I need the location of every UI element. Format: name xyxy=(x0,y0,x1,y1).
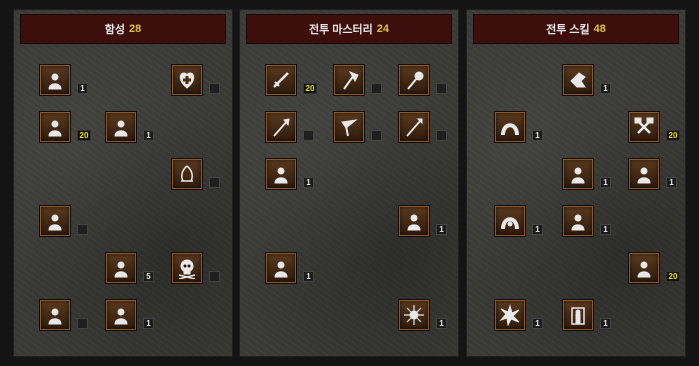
increased-speed-icon xyxy=(274,167,288,184)
frenzy-icon xyxy=(637,261,651,278)
skill-rank-badge: 1 xyxy=(666,177,677,188)
polearm-icon xyxy=(273,118,290,137)
battle-cry-icon xyxy=(114,120,128,137)
skill-rank-badge: 1 xyxy=(77,83,88,94)
skill-rank-badge: 1 xyxy=(436,318,447,329)
skill-rank-badge: 1 xyxy=(532,318,543,329)
iron-skin-icon xyxy=(274,261,288,278)
shout-icon xyxy=(48,73,62,90)
skill-mastery-3[interactable] xyxy=(399,65,429,95)
skill-mastery-10[interactable] xyxy=(399,300,429,330)
skill-warcry-6[interactable] xyxy=(40,206,70,236)
panel-title: 함성 xyxy=(104,24,125,36)
skill-rank-badge: 5 xyxy=(143,271,154,282)
battle-orders-icon xyxy=(114,261,128,278)
skill-combat-6[interactable] xyxy=(495,206,525,236)
taunt-icon xyxy=(181,165,193,182)
skill-rank-badge: 20 xyxy=(666,130,680,141)
heal-cross-icon xyxy=(179,72,195,89)
burst-icon xyxy=(404,305,424,325)
flag-shout-icon xyxy=(48,120,62,137)
panel-title: 전투 스킬 xyxy=(546,24,590,36)
skill-mastery-9[interactable] xyxy=(399,206,429,236)
skill-rank-badge: 1 xyxy=(143,130,154,141)
skill-rank-badge xyxy=(371,83,382,94)
panel-header: 함성 28 xyxy=(20,14,226,44)
sword-icon xyxy=(273,72,289,88)
skill-warcry-10[interactable] xyxy=(106,300,136,330)
berserk-icon xyxy=(571,307,585,325)
leap-attack-icon xyxy=(501,217,519,230)
skill-rank-badge: 1 xyxy=(436,224,447,235)
skill-combat-3[interactable] xyxy=(629,112,659,142)
skill-rank-badge: 1 xyxy=(532,130,543,141)
skill-rank-badge xyxy=(436,83,447,94)
leap-icon xyxy=(501,123,519,136)
panel-points: 48 xyxy=(593,23,606,35)
panel-header: 전투 마스터리 24 xyxy=(246,14,452,44)
skill-warcry-4[interactable] xyxy=(172,65,202,95)
skill-warcry-2[interactable] xyxy=(40,112,70,142)
skill-rank-badge: 1 xyxy=(600,318,611,329)
skill-rank-badge: 1 xyxy=(600,83,611,94)
skill-combat-10[interactable] xyxy=(563,300,593,330)
skill-mastery-7[interactable] xyxy=(266,159,296,189)
skill-rank-badge xyxy=(436,130,447,141)
battle-command-icon xyxy=(114,308,128,325)
skill-combat-5[interactable] xyxy=(629,159,659,189)
skill-rank-badge xyxy=(209,177,220,188)
skill-rank-badge xyxy=(209,83,220,94)
skill-rank-badge: 1 xyxy=(532,224,543,235)
panel-points: 24 xyxy=(376,23,390,35)
skill-mastery-1[interactable] xyxy=(266,65,296,95)
axe-icon xyxy=(343,71,359,90)
skill-rank-badge xyxy=(77,318,88,329)
war-cry-icon xyxy=(48,308,62,325)
skill-warcry-5[interactable] xyxy=(172,159,202,189)
skill-warcry-7[interactable] xyxy=(106,253,136,283)
bash-icon xyxy=(570,72,586,88)
panel-title: 전투 마스터리 xyxy=(308,24,373,36)
double-throw-icon xyxy=(637,167,651,184)
skill-combat-7[interactable] xyxy=(563,206,593,236)
skill-mastery-4[interactable] xyxy=(266,112,296,142)
skill-combat-1[interactable] xyxy=(563,65,593,95)
skill-rank-badge xyxy=(77,224,88,235)
skill-rank-badge: 20 xyxy=(666,271,680,282)
skill-rank-badge xyxy=(371,130,382,141)
skill-warcry-3[interactable] xyxy=(106,112,136,142)
skill-warcry-1[interactable] xyxy=(40,65,70,95)
panel-header: 전투 스킬 48 xyxy=(473,14,679,44)
mace-icon xyxy=(407,71,424,90)
skill-rank-badge: 1 xyxy=(143,318,154,329)
skill-combat-8[interactable] xyxy=(629,253,659,283)
panel-points: 28 xyxy=(129,23,142,35)
skill-mastery-2[interactable] xyxy=(334,65,364,95)
stun-icon xyxy=(571,167,585,184)
skull-icon xyxy=(178,259,196,279)
skill-rank-badge: 1 xyxy=(303,177,314,188)
skill-warcry-9[interactable] xyxy=(40,300,70,330)
skill-rank-badge xyxy=(209,271,220,282)
skill-combat-4[interactable] xyxy=(563,159,593,189)
skill-rank-badge: 1 xyxy=(303,271,314,282)
skill-rank-badge: 1 xyxy=(600,177,611,188)
skill-mastery-6[interactable] xyxy=(399,112,429,142)
concentrate-icon xyxy=(571,214,585,231)
skill-mastery-8[interactable] xyxy=(266,253,296,283)
howl-icon xyxy=(48,214,62,231)
throwing-icon xyxy=(341,119,358,137)
skill-rank-badge: 20 xyxy=(77,130,91,141)
natural-resistance-icon xyxy=(407,214,421,231)
skill-rank-badge xyxy=(303,130,314,141)
skill-rank-badge: 1 xyxy=(600,224,611,235)
skill-mastery-5[interactable] xyxy=(334,112,364,142)
double-swing-icon xyxy=(634,117,654,134)
skill-warcry-8[interactable] xyxy=(172,253,202,283)
whirlwind-icon xyxy=(499,304,520,326)
skill-rank-badge: 20 xyxy=(303,83,317,94)
spear-icon xyxy=(406,118,423,137)
skill-combat-2[interactable] xyxy=(495,112,525,142)
skill-combat-9[interactable] xyxy=(495,300,525,330)
